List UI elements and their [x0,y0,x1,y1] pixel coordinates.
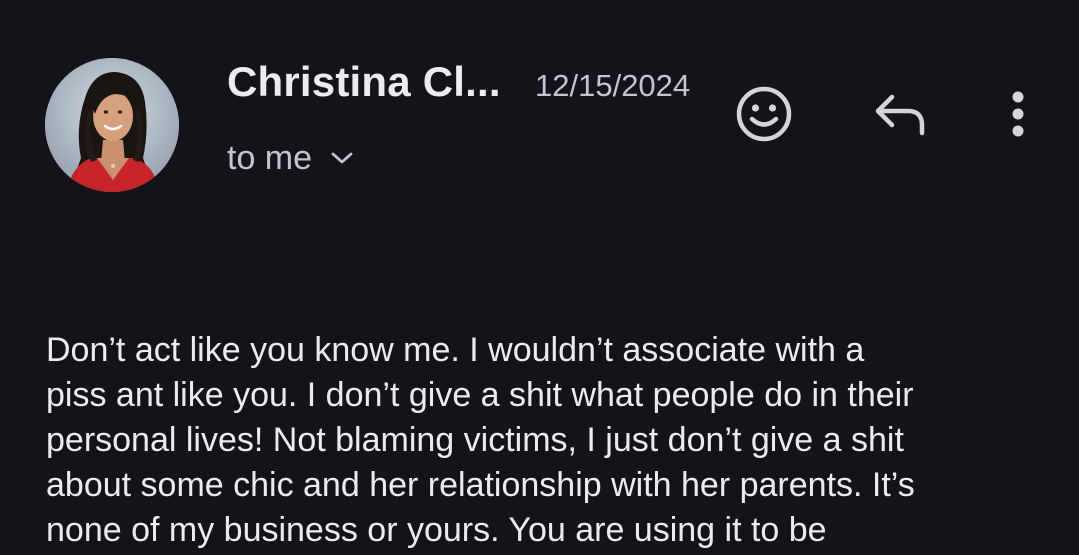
add-reaction-button[interactable] [734,86,794,146]
sender-avatar[interactable] [45,58,179,192]
avatar-portrait [45,58,179,192]
smiley-face-icon [735,85,793,148]
recipient-details-toggle[interactable]: to me [227,136,354,180]
more-vertical-icon [1010,89,1026,144]
message-body: Don’t act like you know me. I wouldn’t a… [46,331,915,549]
reply-button[interactable] [870,88,930,144]
sender-name[interactable]: Christina Cl... [227,58,501,106]
more-options-button[interactable] [998,86,1038,146]
reply-arrow-icon [872,91,928,142]
message-date: 12/15/2024 [535,68,691,103]
chevron-down-icon [330,150,354,166]
recipient-label: to me [227,138,313,177]
email-message-view: Christina Cl... 12/15/2024 to me Don’t a… [0,0,1079,555]
